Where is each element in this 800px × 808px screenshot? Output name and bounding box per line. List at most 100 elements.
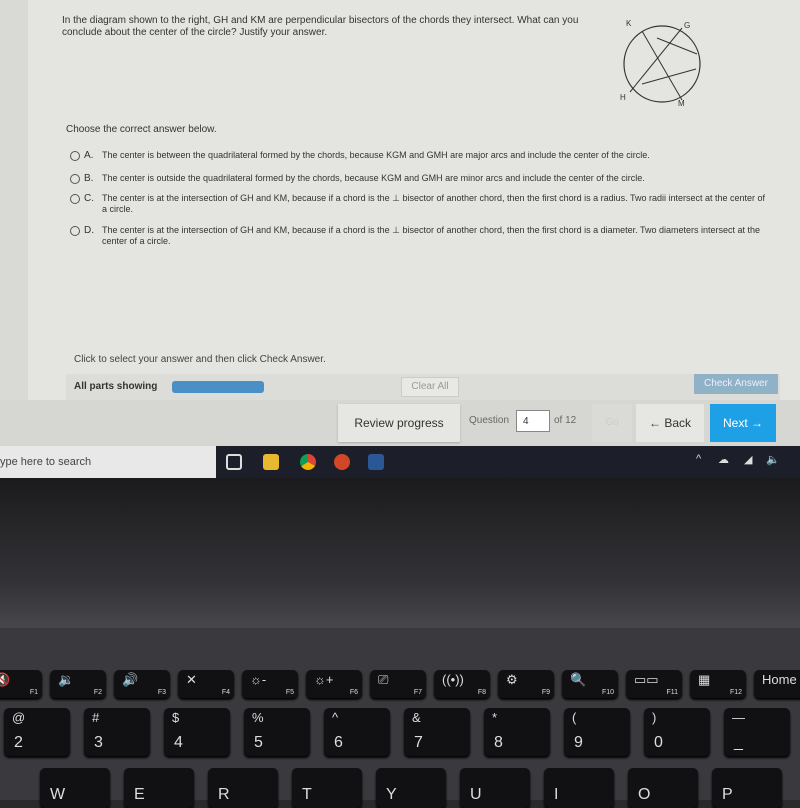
key-label: ((•)) (442, 672, 464, 687)
volume-icon[interactable]: 🔈 (766, 453, 780, 466)
laptop-bezel (0, 478, 800, 628)
key-f10[interactable]: 🔍 F10 (562, 670, 618, 698)
key-label: 2 (14, 734, 23, 751)
key-label: _ (734, 734, 743, 751)
question-total: of 12 (554, 415, 577, 426)
key-4[interactable]: $4 (164, 708, 230, 756)
key-label: 6 (334, 734, 343, 751)
key-label: F3 (157, 689, 166, 696)
key-label: F2 (93, 689, 102, 696)
keyboard: 🔇 F1 🔉 F2 🔊 F3 ✕ F4 ☼- F5 ☼+ F6 ⎚ F7 ((•)) F8 ⚙ F9 🔍 F10 ▭▭ F… (0, 628, 800, 808)
key-e[interactable]: E (124, 768, 194, 808)
key-f1[interactable]: 🔇 F1 (0, 670, 42, 698)
check-answer-button[interactable]: Check Answer (694, 374, 778, 394)
question-number-input[interactable]: 4 (516, 410, 550, 432)
key-t[interactable]: T (292, 768, 362, 808)
file-explorer-icon[interactable] (263, 454, 279, 470)
key-f9[interactable]: ⚙ F9 (498, 670, 554, 698)
key-label: O (638, 786, 651, 803)
key-r[interactable]: R (208, 768, 278, 808)
wifi-icon[interactable]: ◢ (744, 453, 752, 466)
review-progress-button[interactable]: Review progress (338, 404, 460, 442)
key-5[interactable]: % 5 (244, 708, 310, 756)
key-0[interactable]: ) 0 (644, 708, 710, 756)
key-f6[interactable]: ☼+ F6 (306, 670, 362, 698)
back-button[interactable]: ← Back (636, 404, 704, 442)
answer-bar: All parts showing Clear All Check Answer (66, 374, 780, 400)
parts-progress-bar (172, 381, 264, 393)
option-d[interactable]: D. The center is at the intersection of G… (70, 225, 770, 247)
radio-c[interactable] (70, 194, 80, 204)
key-f12[interactable]: ▦ F12 (690, 670, 746, 698)
key-label: * (492, 710, 498, 725)
label-h: H (620, 93, 626, 102)
key-9[interactable]: (9 (564, 708, 630, 756)
key-f8[interactable]: ((•)) F8 (434, 670, 490, 698)
key-label: U (470, 786, 482, 803)
onedrive-icon[interactable]: ☁ (718, 453, 729, 466)
question-label: Question (469, 415, 510, 426)
key-label: ▦ (698, 672, 711, 687)
key-label: 🔍 (570, 672, 587, 687)
word-icon[interactable] (368, 454, 384, 470)
key-p[interactable]: P (712, 768, 782, 808)
parts-label: All parts showing (74, 381, 158, 392)
key-7[interactable]: & 7 (404, 708, 470, 756)
key-label: F1 (29, 689, 38, 696)
key-y[interactable]: Y (376, 768, 446, 808)
key-f4[interactable]: ✕ F4 (178, 670, 234, 698)
key-label: ( (572, 710, 577, 725)
task-view-icon[interactable] (226, 454, 242, 470)
key-o[interactable]: O (628, 768, 698, 808)
key-label: F9 (541, 689, 550, 696)
key-6[interactable]: ^ 6 (324, 708, 390, 756)
circle-diagram: K G H M (620, 19, 701, 108)
key-label: 🔇 (0, 672, 11, 687)
key-w[interactable]: W (40, 768, 110, 808)
key-3[interactable]: #3 (84, 708, 150, 756)
taskbar: ype here to search ^ ☁ ◢ 🔈 (0, 446, 800, 478)
key-label: ⎚ (378, 672, 389, 687)
tray-chevron-icon[interactable]: ^ (696, 453, 701, 465)
option-c[interactable]: C. The center is at the intersection of G… (70, 193, 770, 215)
key-label: F7 (413, 689, 422, 696)
key-f5[interactable]: ☼- F5 (242, 670, 298, 698)
key-label: % (252, 710, 264, 725)
key-f13[interactable]: Home (754, 670, 800, 698)
radio-b[interactable] (70, 174, 80, 184)
key-f7[interactable]: ⎚ F7 (370, 670, 426, 698)
label-g: G (684, 21, 690, 30)
key-_[interactable]: — _ (724, 708, 790, 756)
key-label: ⚙ (506, 672, 518, 687)
key-label: F4 (221, 689, 230, 696)
key-2[interactable]: @2 (4, 708, 70, 756)
key-i[interactable]: I (544, 768, 614, 808)
key-f2[interactable]: 🔉 F2 (50, 670, 106, 698)
go-button[interactable]: Go (592, 404, 632, 442)
label-k: K (626, 19, 632, 28)
next-button[interactable]: Next → (710, 404, 776, 442)
powerpoint-icon[interactable] (334, 454, 350, 470)
instruction-hint: Click to select your answer and then cli… (74, 354, 326, 365)
chrome-icon[interactable] (300, 454, 316, 470)
key-f3[interactable]: 🔊 F3 (114, 670, 170, 698)
key-label: ✕ (186, 672, 197, 687)
key-label: F12 (729, 689, 742, 696)
key-label: & (412, 710, 421, 725)
key-label: @ (12, 710, 26, 725)
key-label: 4 (174, 734, 183, 751)
clear-all-button[interactable]: Clear All (401, 377, 459, 397)
question-text: In the diagram shown to the right, GH an… (62, 15, 579, 38)
key-u[interactable]: U (460, 768, 530, 808)
navigation-bar: Review progress Question 4 of 12 Go ← Ba… (0, 400, 800, 446)
option-a[interactable]: A. The center is between the quadrilatera… (70, 150, 770, 161)
key-8[interactable]: * 8 (484, 708, 550, 756)
radio-a[interactable] (70, 151, 80, 161)
taskbar-search[interactable]: ype here to search (0, 446, 216, 478)
key-label: I (554, 786, 559, 803)
radio-d[interactable] (70, 226, 80, 236)
key-label: T (302, 786, 312, 803)
key-f11[interactable]: ▭▭ F11 (626, 670, 682, 698)
key-label: Y (386, 786, 397, 803)
option-b[interactable]: B. The center is outside the quadrilatera… (70, 173, 770, 184)
